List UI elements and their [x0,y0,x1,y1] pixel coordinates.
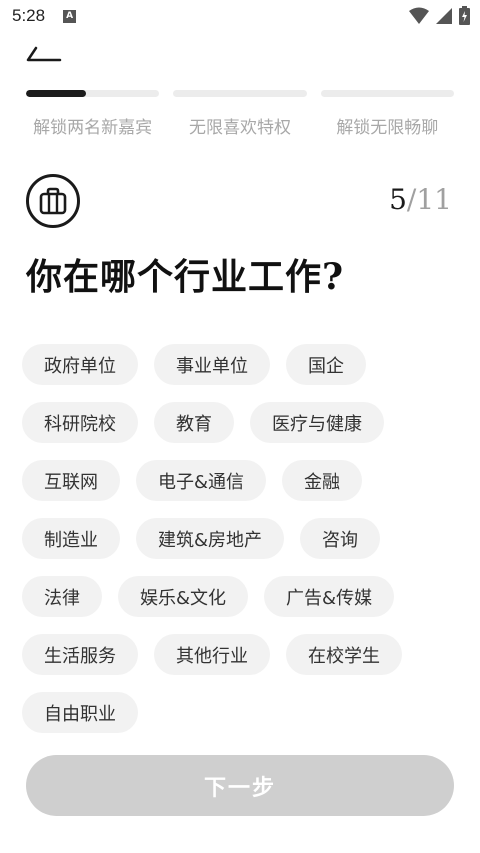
status-bar: 5:28 A [0,0,480,32]
industry-option-chip[interactable]: 科研院校 [22,402,138,443]
industry-option-chip[interactable]: 教育 [154,402,234,443]
industry-option-chip[interactable]: 国企 [286,344,366,385]
industry-option-chip[interactable]: 广告&传媒 [264,576,395,617]
battery-charging-icon [459,6,470,25]
step-current: 5 [389,183,407,216]
notification-badge: A [63,9,77,23]
step-separator: / [406,183,417,216]
industry-option-chip[interactable]: 在校学生 [286,634,402,675]
industry-option-chip[interactable]: 其他行业 [154,634,270,675]
industry-option-chip[interactable]: 生活服务 [22,634,138,675]
wifi-icon [409,7,429,24]
step-total: 11 [416,183,452,216]
industry-option-chip[interactable]: 制造业 [22,518,120,559]
back-icon [26,46,62,62]
industry-option-chip[interactable]: 事业单位 [154,344,270,385]
industry-icon-badge [26,174,80,228]
industry-option-chip[interactable]: 自由职业 [22,692,138,733]
industry-option-chip[interactable]: 医疗与健康 [250,402,384,443]
briefcase-icon [39,187,67,215]
industry-options: 政府单位 事业单位 国企科研院校 教育 医疗与健康互联网 电子&通信 金融制造业 建筑&房地产… [22,344,462,733]
progress-track [26,90,160,97]
question-title: 你在哪个行业工作? [26,256,345,298]
industry-option-chip[interactable]: 建筑&房地产 [136,518,285,559]
industry-option-chip[interactable]: 互联网 [22,460,120,501]
industry-option-chip[interactable]: 电子&通信 [136,460,267,501]
progress-label: 解锁两名新嘉宾 [33,118,153,137]
progress-track [320,90,454,97]
industry-option-chip[interactable]: 金融 [282,460,363,501]
status-icons [409,6,470,25]
signal-icon [436,7,452,24]
progress-label: 无限喜欢特权 [188,118,291,137]
progress-step-1: 解锁两名新嘉宾 [26,90,160,138]
industry-option-chip[interactable]: 咨询 [300,518,381,559]
progress-label: 解锁无限畅聊 [336,118,439,137]
progress-step-3: 解锁无限畅聊 [320,90,454,138]
progress-step-2: 无限喜欢特权 [173,90,307,138]
industry-option-chip[interactable]: 法律 [22,576,102,617]
industry-option-chip[interactable]: 娱乐&文化 [118,576,249,617]
status-time: 5:28 [12,6,46,25]
progress-fill [26,90,86,97]
progress-track [173,90,307,97]
next-button[interactable]: 下一步 [26,755,454,816]
step-counter: 5/11 [389,183,452,216]
industry-option-chip[interactable]: 政府单位 [22,344,138,385]
onboarding-progress: 解锁两名新嘉宾 无限喜欢特权 解锁无限畅聊 [26,90,454,138]
back-button[interactable] [22,44,66,72]
